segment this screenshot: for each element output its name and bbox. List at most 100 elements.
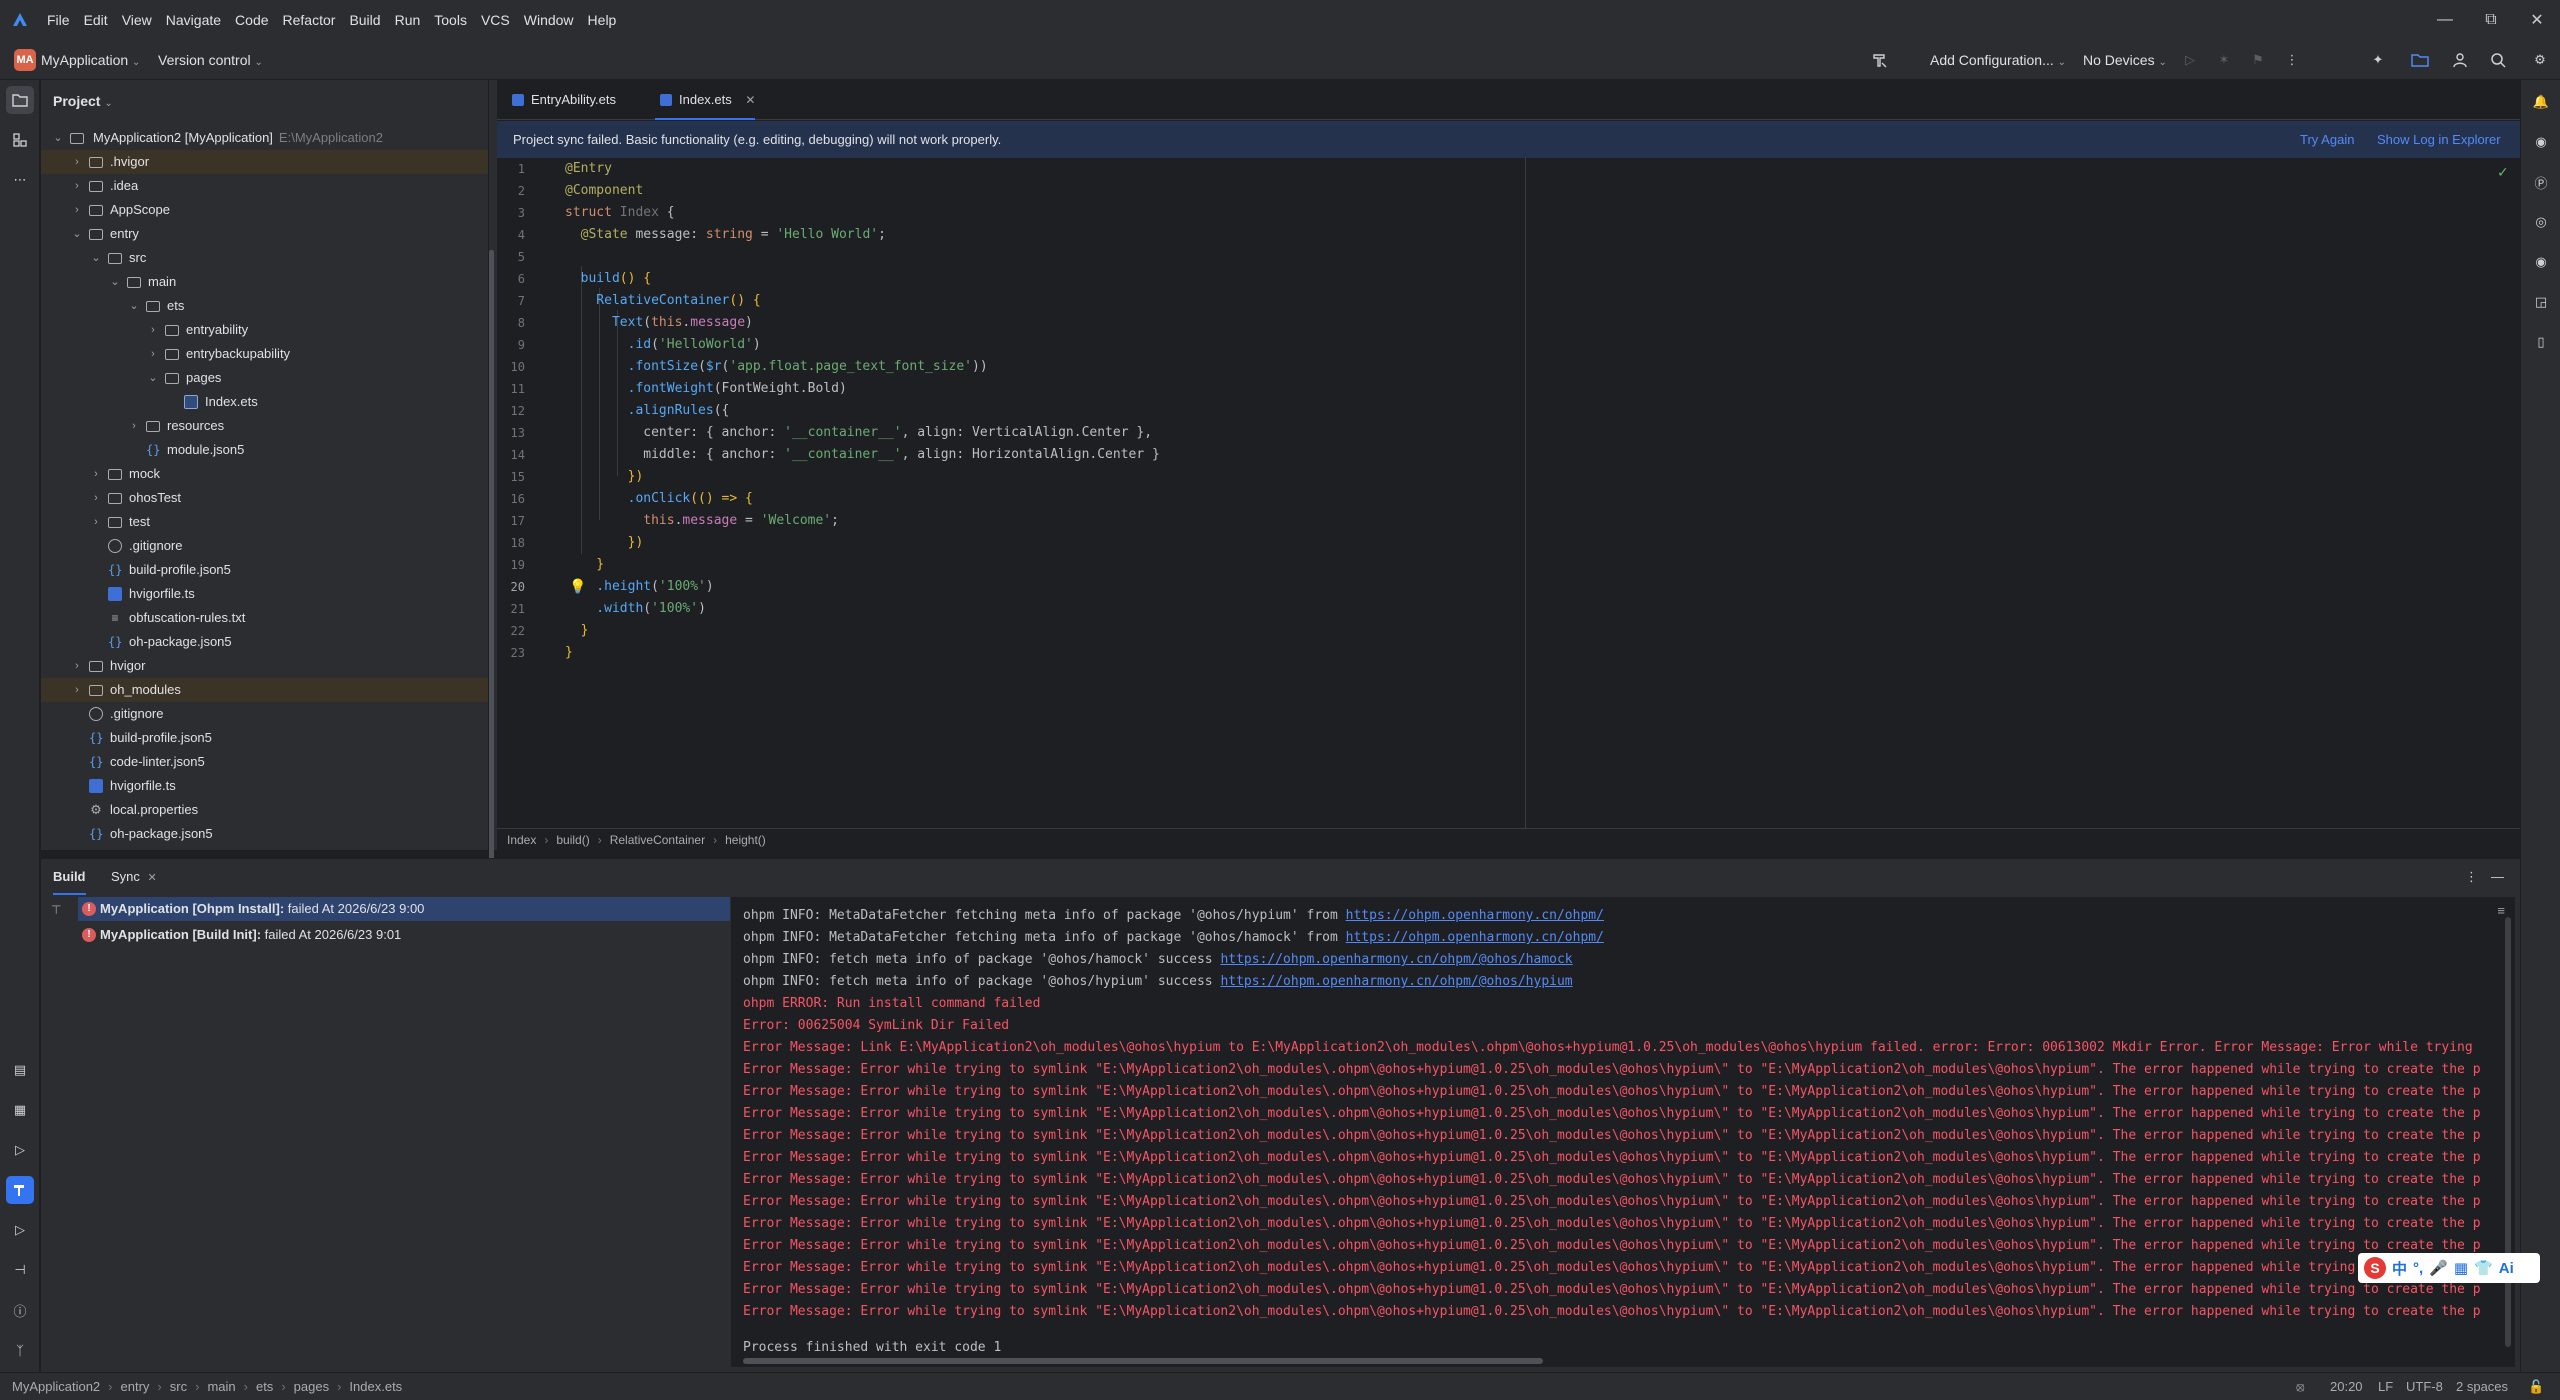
settings-gear-icon[interactable]: ⚙ bbox=[2528, 48, 2552, 72]
hammer-icon[interactable] bbox=[1868, 48, 1892, 72]
codegenie-icon[interactable]: ◉ bbox=[2529, 130, 2553, 154]
tree-item[interactable]: › .hvigor bbox=[41, 150, 488, 174]
tree-item[interactable]: .gitignore bbox=[41, 702, 488, 726]
run-services-icon[interactable]: ▷ bbox=[6, 1216, 34, 1244]
chevron-right-icon[interactable]: › bbox=[127, 414, 141, 438]
close-tab-icon[interactable]: ✕ bbox=[148, 872, 157, 884]
tree-item[interactable]: ≡ obfuscation-rules.txt bbox=[41, 606, 488, 630]
try-again-link[interactable]: Try Again bbox=[2300, 121, 2354, 158]
layout-icon[interactable]: ▦ bbox=[6, 1096, 34, 1124]
build-entry-build-init[interactable]: ! MyApplication [Build Init]: failed At … bbox=[78, 923, 730, 947]
build-console-output[interactable]: ohpm INFO: MetaDataFetcher fetching meta… bbox=[731, 897, 2515, 1367]
menu-navigate[interactable]: Navigate bbox=[159, 0, 228, 40]
tab-build[interactable]: Build bbox=[53, 859, 86, 895]
chevron-right-icon[interactable]: › bbox=[89, 462, 103, 486]
structure-icon[interactable] bbox=[6, 126, 34, 154]
menu-run[interactable]: Run bbox=[388, 0, 428, 40]
tree-item[interactable]: ⌄ pages bbox=[41, 366, 488, 390]
project-scrollbar[interactable] bbox=[489, 250, 494, 870]
tree-item[interactable]: {} oh-package.json5 bbox=[41, 822, 488, 846]
file-encoding[interactable]: UTF-8 bbox=[2406, 1373, 2443, 1400]
tree-item[interactable]: hvigorfile.ts bbox=[41, 774, 488, 798]
chevron-right-icon[interactable]: › bbox=[146, 318, 160, 342]
tree-item[interactable]: {} build-profile.json5 bbox=[41, 726, 488, 750]
tab-sync[interactable]: Sync ✕ bbox=[111, 859, 157, 895]
device-manager-icon[interactable]: ✦ bbox=[2366, 48, 2390, 72]
tree-item[interactable]: › .idea bbox=[41, 174, 488, 198]
chevron-down-icon[interactable]: ⌄ bbox=[89, 246, 103, 270]
tree-item[interactable]: {} module.json5 bbox=[41, 438, 488, 462]
tree-item[interactable]: ⌄ main bbox=[41, 270, 488, 294]
ime-microphone-icon[interactable]: 🎤 bbox=[2429, 1259, 2448, 1277]
tree-item[interactable]: › ohosTest bbox=[41, 486, 488, 510]
console-link[interactable]: https://ohpm.openharmony.cn/ohpm/@ohos/h… bbox=[1220, 974, 1572, 989]
more-tools-icon[interactable]: ⋯ bbox=[6, 166, 34, 194]
status-path-item[interactable]: src bbox=[170, 1379, 187, 1394]
close-tab-icon[interactable]: ✕ bbox=[745, 93, 755, 107]
status-path-item[interactable]: main bbox=[207, 1379, 235, 1394]
breadcrumb-item[interactable]: RelativeContainer bbox=[610, 833, 705, 847]
tree-item[interactable]: › entrybackupability bbox=[41, 342, 488, 366]
tab-index[interactable]: Index.ets ✕ bbox=[655, 80, 756, 120]
console-link[interactable]: https://ohpm.openharmony.cn/ohpm/ bbox=[1346, 908, 1604, 923]
ime-keyboard-icon[interactable]: ▦ bbox=[2454, 1259, 2468, 1277]
ime-ai-button[interactable]: Ai bbox=[2499, 1260, 2514, 1277]
tree-item[interactable]: {} code-linter.json5 bbox=[41, 750, 488, 774]
lock-icon[interactable]: 🔓 bbox=[2528, 1373, 2544, 1400]
breadcrumb-item[interactable]: Index bbox=[507, 833, 536, 847]
problems-icon[interactable]: ⓘ bbox=[6, 1296, 34, 1324]
chevron-right-icon[interactable]: › bbox=[146, 342, 160, 366]
more-options-icon[interactable]: ⋮ bbox=[2465, 859, 2478, 895]
ime-toolbar[interactable]: S 中 °, 🎤 ▦ 👕 Ai bbox=[2358, 1253, 2540, 1283]
tree-item[interactable]: {} oh-package.json5 bbox=[41, 630, 488, 654]
project-selector[interactable]: MyApplication ⌄ bbox=[41, 40, 140, 80]
status-path-item[interactable]: ets bbox=[256, 1379, 273, 1394]
notifications-bell-icon[interactable]: 🔔 bbox=[2529, 90, 2553, 114]
chevron-down-icon[interactable]: ⌄ bbox=[108, 270, 122, 294]
menu-code[interactable]: Code bbox=[228, 0, 275, 40]
chevron-right-icon[interactable]: › bbox=[70, 150, 84, 174]
tree-item[interactable]: › oh_modules bbox=[41, 678, 488, 702]
status-path-item[interactable]: pages bbox=[294, 1379, 329, 1394]
terminal-icon[interactable]: ⊣ bbox=[6, 1256, 34, 1284]
build-entry-ohpm-install[interactable]: ! MyApplication [Ohpm Install]: failed A… bbox=[78, 897, 730, 921]
menu-window[interactable]: Window bbox=[517, 0, 581, 40]
ime-chinese-mode[interactable]: 中 bbox=[2392, 1258, 2407, 1279]
close-icon[interactable]: ✕ bbox=[2514, 0, 2560, 40]
account-icon[interactable] bbox=[2448, 48, 2472, 72]
profile-icon[interactable]: ⚑ bbox=[2246, 48, 2270, 72]
menu-help[interactable]: Help bbox=[581, 0, 624, 40]
tree-item[interactable]: › hvigor bbox=[41, 654, 488, 678]
chevron-right-icon[interactable]: › bbox=[70, 678, 84, 702]
previewer-eye-icon[interactable]: ◉ bbox=[2529, 250, 2553, 274]
chevron-down-icon[interactable]: ⌄ bbox=[127, 294, 141, 318]
status-path-item[interactable]: MyApplication2 bbox=[12, 1379, 100, 1394]
todo-icon[interactable]: ▤ bbox=[6, 1056, 34, 1084]
chevron-right-icon[interactable]: › bbox=[70, 174, 84, 198]
console-link[interactable]: https://ohpm.openharmony.cn/ohpm/@ohos/h… bbox=[1220, 952, 1572, 967]
run-configuration-selector[interactable]: Add Configuration... ⌄ bbox=[1930, 40, 2066, 80]
more-actions-icon[interactable]: ⋮ bbox=[2280, 48, 2304, 72]
tree-item[interactable]: Index.ets bbox=[41, 390, 488, 414]
tree-item[interactable]: › AppScope bbox=[41, 198, 488, 222]
console-horizontal-scrollbar[interactable] bbox=[743, 1358, 1543, 1364]
breadcrumb-item[interactable]: height() bbox=[725, 833, 766, 847]
menu-tools[interactable]: Tools bbox=[427, 0, 474, 40]
tree-item[interactable]: hvigorfile.ts bbox=[41, 582, 488, 606]
project-folder-icon[interactable] bbox=[6, 86, 34, 114]
panel-splitter[interactable] bbox=[489, 80, 497, 870]
tree-item[interactable]: › mock bbox=[41, 462, 488, 486]
tree-item[interactable]: ⚙ local.properties bbox=[41, 798, 488, 822]
code-area[interactable]: @Entry @Component struct Index { @State … bbox=[565, 158, 2465, 818]
show-log-link[interactable]: Show Log in Explorer bbox=[2377, 121, 2501, 158]
no-sync-icon[interactable]: ⦻ bbox=[2296, 1373, 2305, 1400]
build-hammer-icon[interactable] bbox=[6, 1176, 34, 1204]
ime-punctuation[interactable]: °, bbox=[2413, 1260, 2423, 1277]
tree-root[interactable]: ⌄ MyApplication2 [MyApplication] E:\MyApp… bbox=[41, 126, 488, 150]
menu-vcs[interactable]: VCS bbox=[474, 0, 517, 40]
soft-wrap-icon[interactable]: ≡ bbox=[2497, 903, 2505, 918]
harmony-icon[interactable]: Ⓟ bbox=[2529, 170, 2553, 194]
restore-icon[interactable]: ⧉ bbox=[2468, 0, 2514, 40]
chevron-right-icon[interactable]: › bbox=[89, 486, 103, 510]
git-branch-icon[interactable]: ᛉ bbox=[6, 1336, 34, 1364]
